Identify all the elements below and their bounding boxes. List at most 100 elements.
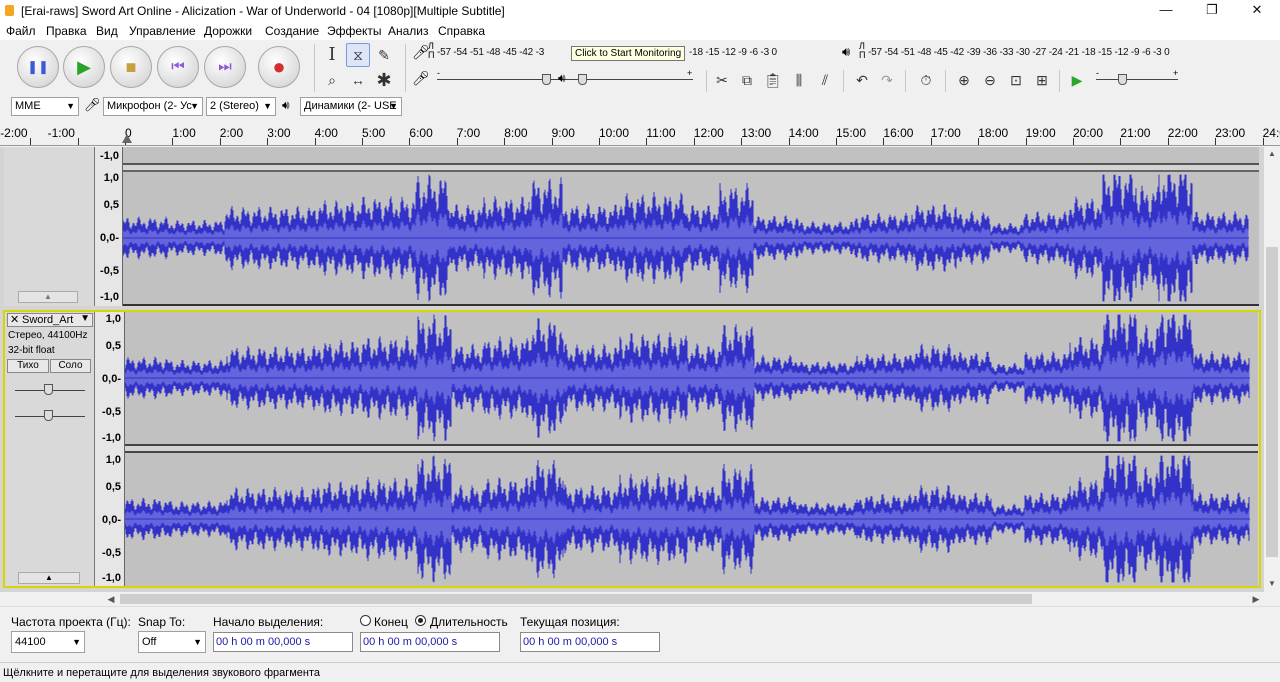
collapse-icon[interactable]: ▲ xyxy=(18,572,80,584)
playhead-marker[interactable] xyxy=(122,134,132,143)
menu-tracks[interactable]: Дорожки xyxy=(204,24,252,38)
track1-upper-channel[interactable] xyxy=(123,147,1259,165)
record-button[interactable]: ● xyxy=(258,46,300,88)
play-at-speed-icon[interactable]: ▶ xyxy=(1066,68,1088,90)
menu-generate[interactable]: Создание xyxy=(265,24,319,38)
ruler-tick-label: 20:00 xyxy=(1073,126,1104,140)
playback-device-select[interactable]: Динамики (2- USE ▼ xyxy=(300,97,402,116)
stop-button[interactable]: ■ xyxy=(110,46,152,88)
track-format: Стерео, 44100Hz xyxy=(8,330,88,341)
menu-transport[interactable]: Управление xyxy=(129,24,196,38)
gain-thumb[interactable] xyxy=(44,384,53,395)
zoom-tool-icon[interactable]: ⌕ xyxy=(320,68,344,92)
timeline-ruler[interactable]: -2:00 -1:00 0 1:00 2:00 3:00 4:00 5:00 6:00 7:00 8… xyxy=(0,122,1280,146)
playback-volume-thumb[interactable] xyxy=(578,74,587,85)
play-icon: ▶ xyxy=(77,57,91,77)
mute-button[interactable]: Тихо xyxy=(7,359,49,373)
ruler-tick-label: 14:00 xyxy=(788,126,819,140)
scroll-thumb[interactable] xyxy=(120,594,1032,604)
skip-to-end-button[interactable]: ⏭ xyxy=(204,46,246,88)
track1-waveform[interactable] xyxy=(123,170,1259,306)
menu-effects[interactable]: Эффекты xyxy=(327,24,382,38)
scroll-up-icon[interactable]: ▲ xyxy=(1264,147,1280,161)
monitor-tooltip: Click to Start Monitoring xyxy=(571,46,686,61)
stop-icon: ■ xyxy=(125,57,137,77)
scroll-right-icon[interactable]: ▶ xyxy=(1249,592,1263,606)
audio-position-time[interactable]: 00 h 00 m 00,000 s xyxy=(520,632,660,652)
record-meter-scale[interactable]: -57 -54 -51 -48 -45 -42 -3 xyxy=(437,47,544,58)
menu-analyze[interactable]: Анализ xyxy=(388,24,429,38)
record-icon: ● xyxy=(272,54,286,79)
draw-tool-icon[interactable]: ✎ xyxy=(372,43,396,67)
chevron-down-icon[interactable]: ▼ xyxy=(80,313,90,324)
ruler-tick-label: 10:00 xyxy=(599,126,630,140)
pan-thumb[interactable] xyxy=(44,410,53,421)
trim-icon[interactable]: ⫼ xyxy=(788,68,810,90)
play-speed-slider[interactable] xyxy=(1096,79,1178,80)
timeshift-tool-icon[interactable]: ↔ xyxy=(346,68,370,92)
zoom-out-icon[interactable]: ⊖ xyxy=(979,68,1001,90)
paste-icon[interactable]: 📋︎ xyxy=(762,68,784,90)
scroll-down-icon[interactable]: ▼ xyxy=(1264,577,1280,591)
track2-right-channel-waveform[interactable] xyxy=(125,451,1258,586)
scroll-thumb[interactable] xyxy=(1266,247,1278,557)
track-bitdepth: 32-bit float xyxy=(8,345,55,356)
vertical-scrollbar[interactable]: ▲ ▼ xyxy=(1264,147,1280,592)
track2-left-channel-waveform[interactable] xyxy=(125,312,1258,446)
solo-button[interactable]: Соло xyxy=(50,359,91,373)
minimize-button[interactable]: — xyxy=(1143,0,1189,22)
close-button[interactable]: ✕ xyxy=(1234,0,1280,22)
menu-view[interactable]: Вид xyxy=(96,24,118,38)
record-volume-thumb[interactable] xyxy=(542,74,551,85)
fit-selection-icon[interactable]: ⊡ xyxy=(1005,68,1027,90)
record-meter-scale-tail[interactable]: -18 -15 -12 -9 -6 -3 0 xyxy=(689,47,777,58)
end-radio[interactable] xyxy=(360,615,371,626)
snap-to-select[interactable]: Off ▼ xyxy=(138,631,206,653)
end-label: Конец xyxy=(374,615,408,629)
horizontal-scrollbar[interactable]: ◀ ▶ xyxy=(0,592,1264,606)
ruler-tick-label: 17:00 xyxy=(930,126,961,140)
pause-button[interactable]: ❚❚ xyxy=(17,46,59,88)
selection-tool-icon[interactable]: I xyxy=(320,43,344,67)
play-button[interactable]: ▶ xyxy=(63,46,105,88)
ruler-tick-label: 1:00 xyxy=(172,126,196,140)
separator xyxy=(405,44,406,92)
menu-edit[interactable]: Правка xyxy=(46,24,87,38)
playback-meter-scale[interactable]: -57 -54 -51 -48 -45 -42 -39 -36 -33 -30 … xyxy=(868,47,1170,58)
project-rate-select[interactable]: 44100 ▼ xyxy=(11,631,85,653)
skip-to-start-button[interactable]: ⏮ xyxy=(157,46,199,88)
selection-length-time[interactable]: 00 h 00 m 00,000 s xyxy=(360,632,500,652)
menu-file[interactable]: Файл xyxy=(6,24,36,38)
scroll-left-icon[interactable]: ◀ xyxy=(104,592,118,606)
fit-project-icon[interactable]: ⊞ xyxy=(1031,68,1053,90)
recording-channels-select[interactable]: 2 (Stereo) ▼ xyxy=(206,97,276,116)
zoom-in-icon[interactable]: ⊕ xyxy=(953,68,975,90)
track2-vertical-scale[interactable]: 1,0 0,5 0,0- -0,5 -1,0 1,0 0,5 0,0- -0,5… xyxy=(95,312,125,586)
sync-lock-icon[interactable]: ⏱ xyxy=(915,68,937,90)
track-name-menu[interactable]: ✕ Sword_Art ▼ xyxy=(7,313,93,327)
cut-icon[interactable]: ✂ xyxy=(711,68,733,90)
ruler-tick-label: 22:00 xyxy=(1167,126,1198,140)
menu-help[interactable]: Справка xyxy=(438,24,485,38)
undo-icon[interactable]: ↶ xyxy=(851,68,873,90)
window-title: [Erai-raws] Sword Art Online - Alicizati… xyxy=(21,4,505,18)
playback-meter-icon[interactable]: 🔊︎ xyxy=(842,44,850,60)
status-text: Щёлкните и перетащите для выделения звук… xyxy=(3,667,321,679)
envelope-tool-icon[interactable]: ⧖ xyxy=(346,43,370,67)
close-track-icon[interactable]: ✕ xyxy=(10,313,19,326)
track1-vertical-scale[interactable]: -1,0 1,0 0,5 0,0- -0,5 -1,0 xyxy=(95,147,123,306)
project-rate-label: Частота проекта (Гц): xyxy=(11,615,131,629)
recording-device-select[interactable]: Микрофон (2- Ус ▼ xyxy=(103,97,203,116)
play-speed-thumb[interactable] xyxy=(1118,74,1127,85)
restore-button[interactable]: ❐ xyxy=(1189,0,1235,22)
ruler-tick-label: 13:00 xyxy=(741,126,772,140)
silence-icon[interactable]: ⫽ xyxy=(814,68,836,90)
length-radio[interactable] xyxy=(415,615,426,626)
multi-tool-icon[interactable]: ✱ xyxy=(372,68,396,92)
audio-host-select[interactable]: MME ▼ xyxy=(11,97,79,116)
selection-start-time[interactable]: 00 h 00 m 00,000 s xyxy=(213,632,353,652)
ruler-tick-label: 21:00 xyxy=(1120,126,1151,140)
collapse-icon[interactable]: ▲ xyxy=(18,291,78,303)
redo-icon[interactable]: ↷ xyxy=(876,68,898,90)
copy-icon[interactable]: ⧉ xyxy=(736,68,758,90)
